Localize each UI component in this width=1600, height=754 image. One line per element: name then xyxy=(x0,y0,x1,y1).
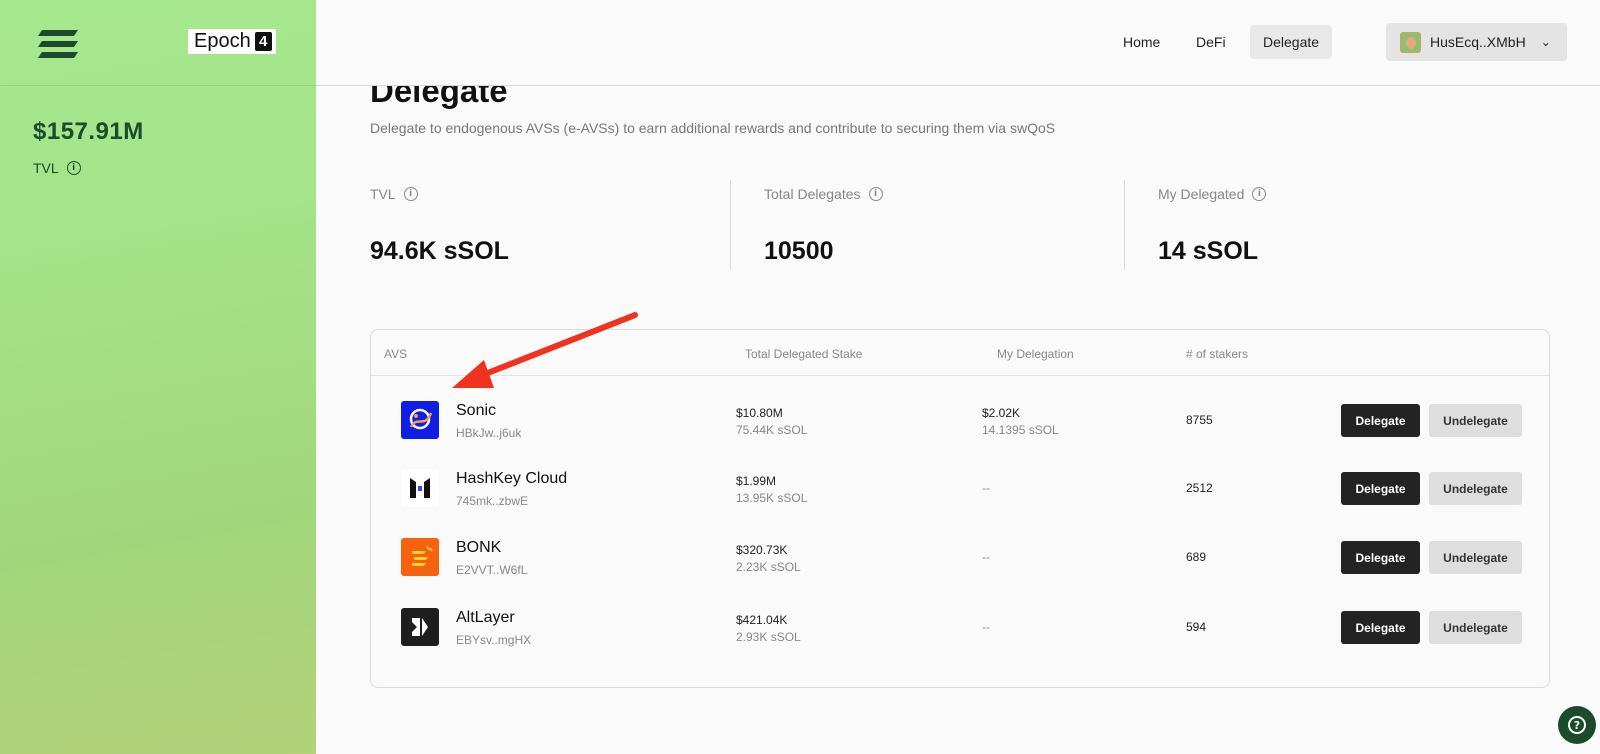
avs-address: E2VVT..W6fL xyxy=(456,563,528,577)
epoch-badge: Epoch 4 xyxy=(188,29,276,54)
avs-name[interactable]: Sonic xyxy=(456,402,496,420)
my-delegation-usd: $2.02K xyxy=(982,406,1021,420)
nav-delegate[interactable]: Delegate xyxy=(1250,25,1333,59)
divider xyxy=(730,180,731,270)
total-stake-ssol: 13.95K sSOL xyxy=(736,491,808,505)
info-icon[interactable]: i xyxy=(403,187,418,201)
stakers-count: 2512 xyxy=(1186,481,1213,495)
stakers-count: 594 xyxy=(1186,620,1207,634)
stat-value: 94.6K sSOL xyxy=(370,237,509,265)
stat-my-delegated: My Delegated i 14 sSOL xyxy=(1158,180,1267,270)
stat-label: Total Delegates xyxy=(764,186,861,202)
stat-total-delegates: Total Delegates i 10500 xyxy=(764,180,883,270)
wallet-button[interactable]: HusEcq..XMbH ⌄ xyxy=(1386,23,1567,61)
avs-address: 745mk..zbwE xyxy=(456,494,529,508)
info-icon[interactable]: i xyxy=(1252,187,1267,201)
undelegate-button[interactable]: Undelegate xyxy=(1429,611,1522,644)
epoch-number: 4 xyxy=(254,32,272,51)
sidebar-tvl-text: TVL xyxy=(33,160,59,176)
column-header-my-delegation: My Delegation xyxy=(997,347,1074,361)
my-delegation-empty: -- xyxy=(982,620,990,634)
annotation-arrow-icon xyxy=(452,312,638,388)
total-stake-ssol: 2.23K sSOL xyxy=(736,560,801,574)
info-icon[interactable]: i xyxy=(868,187,883,201)
delegate-button[interactable]: Delegate xyxy=(1341,611,1420,644)
column-header-stakers: # of stakers xyxy=(1186,347,1249,361)
app-logo-icon[interactable] xyxy=(34,26,84,62)
stat-label: TVL xyxy=(370,186,396,202)
avs-name[interactable]: BONK xyxy=(456,539,501,557)
avs-address: HBkJw..j6uk xyxy=(456,426,522,440)
avs-name[interactable]: HashKey Cloud xyxy=(456,470,567,488)
stat-value: 14 sSOL xyxy=(1158,237,1259,265)
my-delegation-empty: -- xyxy=(982,481,990,495)
stakers-count: 8755 xyxy=(1186,413,1213,427)
info-icon[interactable]: i xyxy=(66,161,81,175)
my-delegation-ssol: 14.1395 sSOL xyxy=(982,423,1059,437)
avs-address: EBYsv..mgHX xyxy=(456,633,532,647)
undelegate-button[interactable]: Undelegate xyxy=(1429,541,1522,574)
total-stake-ssol: 2.93K sSOL xyxy=(736,630,801,644)
stat-tvl: TVL i 94.6K sSOL xyxy=(370,180,509,270)
total-stake-ssol: 75.44K sSOL xyxy=(736,423,808,437)
question-icon: ? xyxy=(1568,716,1586,734)
altlayer-logo-icon xyxy=(401,608,439,646)
my-delegation-empty: -- xyxy=(982,550,990,564)
sidebar: Epoch 4 $157.91M TVL i xyxy=(0,0,316,754)
delegate-button[interactable]: Delegate xyxy=(1341,472,1420,505)
total-stake-usd: $320.73K xyxy=(736,543,788,557)
avs-name[interactable]: AltLayer xyxy=(456,609,515,627)
column-header-total-stake: Total Delegated Stake xyxy=(745,347,863,361)
stat-label: My Delegated xyxy=(1158,186,1245,202)
table-row: BONK E2VVT..W6fL $320.73K 2.23K sSOL -- … xyxy=(371,522,1549,592)
stat-value: 10500 xyxy=(764,237,834,265)
delegate-button[interactable]: Delegate xyxy=(1341,404,1420,437)
sidebar-tvl-label: TVL i xyxy=(33,160,81,176)
total-stake-usd: $1.99M xyxy=(736,474,777,488)
sidebar-header: Epoch 4 xyxy=(0,0,316,86)
table-row: HashKey Cloud 745mk..zbwE $1.99M 13.95K … xyxy=(371,453,1549,523)
table-row: AltLayer EBYsv..mgHX $421.04K 2.93K sSOL… xyxy=(371,592,1549,662)
sidebar-tvl-value: $157.91M xyxy=(33,118,144,145)
chevron-down-icon: ⌄ xyxy=(1540,35,1551,49)
epoch-label: Epoch xyxy=(194,30,251,52)
undelegate-button[interactable]: Undelegate xyxy=(1429,472,1522,505)
bonk-logo-icon xyxy=(401,538,439,576)
avatar xyxy=(1400,31,1421,53)
total-stake-usd: $421.04K xyxy=(736,613,788,627)
top-nav: Home DeFi Delegate HusEcq..XMbH ⌄ xyxy=(316,0,1600,86)
total-stake-usd: $10.80M xyxy=(736,406,783,420)
help-button[interactable]: ? xyxy=(1558,706,1596,744)
delegate-button[interactable]: Delegate xyxy=(1341,541,1420,574)
nav-defi[interactable]: DeFi xyxy=(1183,25,1239,59)
undelegate-button[interactable]: Undelegate xyxy=(1429,404,1522,437)
divider xyxy=(1124,180,1125,270)
hashkey-logo-icon xyxy=(401,469,439,507)
column-header-avs: AVS xyxy=(384,347,408,361)
sonic-logo-icon xyxy=(401,401,439,439)
wallet-address: HusEcq..XMbH xyxy=(1430,34,1526,50)
page-subtitle: Delegate to endogenous AVSs (e-AVSs) to … xyxy=(370,120,1056,136)
nav-home[interactable]: Home xyxy=(1110,25,1173,59)
stakers-count: 689 xyxy=(1186,550,1207,564)
